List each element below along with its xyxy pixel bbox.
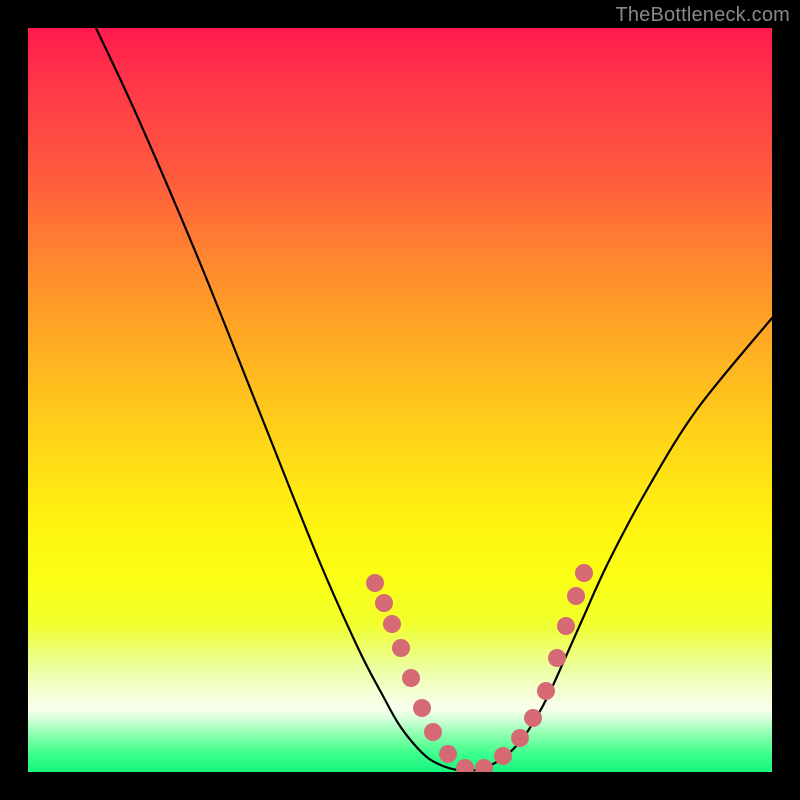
highlight-dot bbox=[567, 587, 585, 605]
highlight-dot bbox=[383, 615, 401, 633]
plot-area bbox=[28, 28, 772, 772]
highlight-dot bbox=[475, 759, 493, 772]
highlight-dot bbox=[424, 723, 442, 741]
highlight-dot bbox=[413, 699, 431, 717]
highlight-dot bbox=[511, 729, 529, 747]
highlight-dot bbox=[548, 649, 566, 667]
bottleneck-curve bbox=[96, 28, 772, 771]
highlight-dot bbox=[366, 574, 384, 592]
highlight-dots bbox=[366, 564, 593, 772]
highlight-dot bbox=[494, 747, 512, 765]
highlight-dot bbox=[537, 682, 555, 700]
highlight-dot bbox=[375, 594, 393, 612]
highlight-dot bbox=[392, 639, 410, 657]
highlight-dot bbox=[524, 709, 542, 727]
highlight-dot bbox=[557, 617, 575, 635]
highlight-dot bbox=[402, 669, 420, 687]
watermark-text: TheBottleneck.com bbox=[615, 4, 790, 27]
highlight-dot bbox=[456, 759, 474, 772]
curve-layer bbox=[28, 28, 772, 772]
highlight-dot bbox=[439, 745, 457, 763]
highlight-dot bbox=[575, 564, 593, 582]
chart-frame: TheBottleneck.com bbox=[0, 0, 800, 800]
